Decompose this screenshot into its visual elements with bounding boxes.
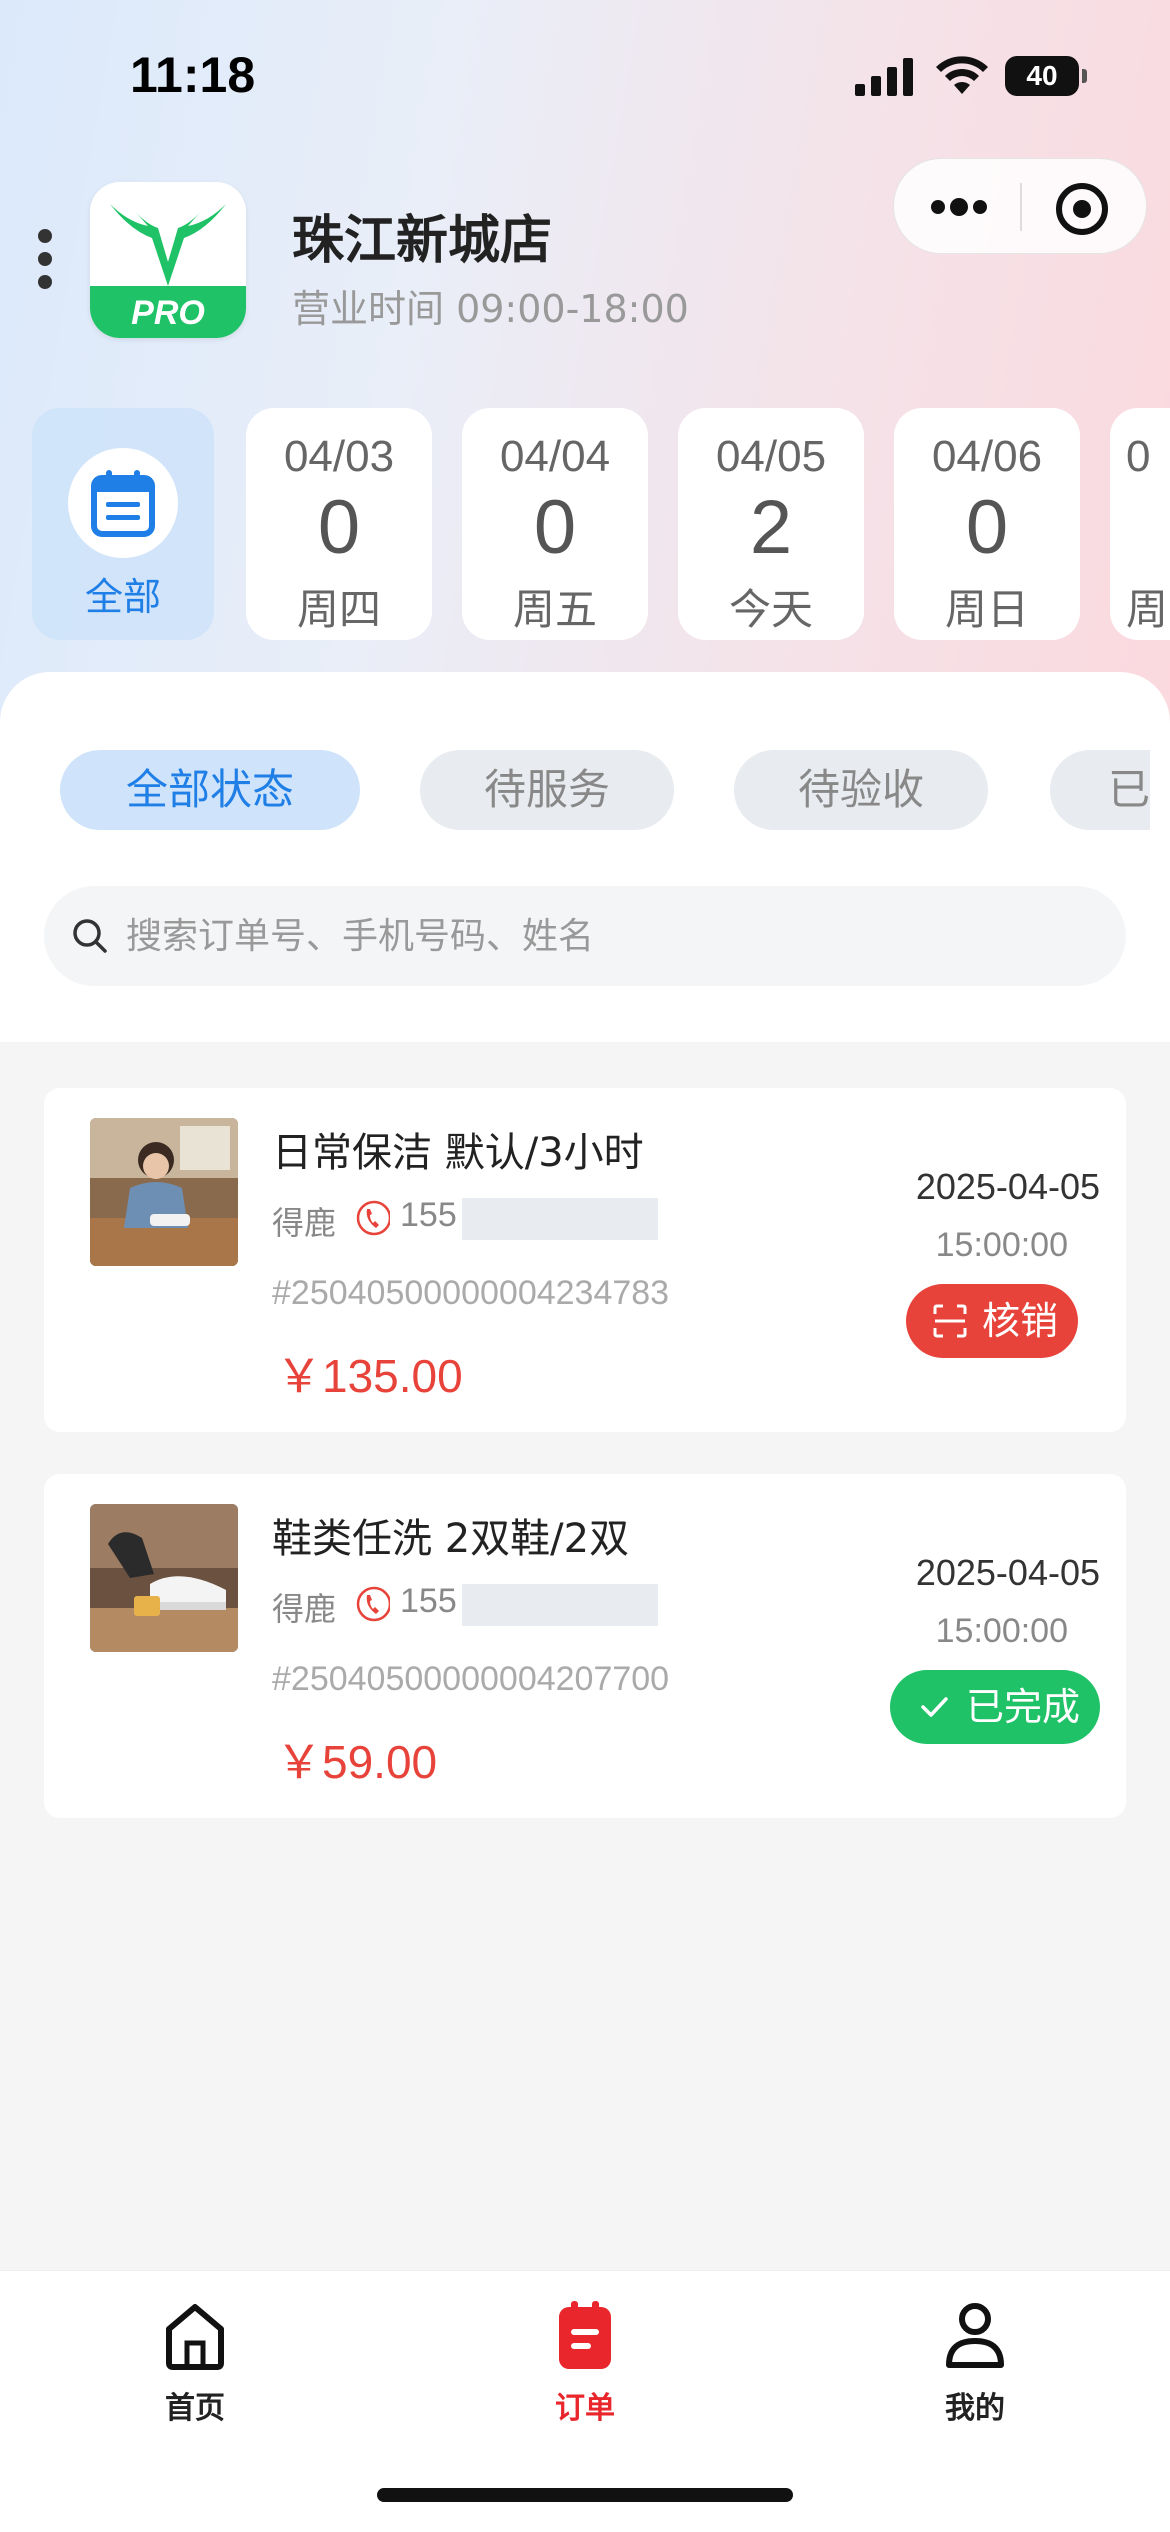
status-bar: 11:18 40 xyxy=(0,0,1170,150)
date-label: 0 xyxy=(1126,432,1151,481)
order-count: 2 xyxy=(749,485,793,570)
date-card-today[interactable]: 04/05 2 今天 xyxy=(678,408,864,640)
date-label: 04/06 xyxy=(931,432,1043,481)
checkmark-icon xyxy=(921,1697,948,1717)
order-price: ￥135.00 xyxy=(276,1350,463,1402)
order-card[interactable]: 鞋类任洗 2双鞋/2双 得鹿 155 #25040500000004207700… xyxy=(44,1474,1126,1818)
home-icon xyxy=(166,2304,224,2370)
verify-button[interactable]: 核销 xyxy=(906,1284,1078,1358)
date-label: 04/05 xyxy=(715,432,827,481)
customer-name: 得鹿 xyxy=(272,1590,337,1628)
tab-orders-label: 订单 xyxy=(555,2391,615,2426)
phone-number-mask xyxy=(462,1198,658,1240)
tab-mine-label: 我的 xyxy=(945,2391,1005,2426)
date-filter-all[interactable]: 全部 xyxy=(32,408,214,640)
order-number: #25040500000004207700 xyxy=(272,1660,670,1698)
tab-home-label: 首页 xyxy=(165,2391,225,2426)
date-label: 04/03 xyxy=(283,432,395,481)
weekday-label: 周 xyxy=(1126,585,1169,634)
appointment-time: 15:00:00 xyxy=(935,1226,1068,1264)
battery-level: 40 xyxy=(1005,56,1079,96)
battery-icon: 40 xyxy=(1005,56,1087,96)
appointment-date: 2025-04-05 xyxy=(915,1552,1100,1593)
date-card[interactable]: 04/06 0 周日 xyxy=(894,408,1080,640)
bull-logo-icon: PRO xyxy=(90,182,246,338)
order-count: 0 xyxy=(533,485,577,570)
search-input[interactable] xyxy=(126,906,1086,966)
completed-badge-label: 已完成 xyxy=(966,1685,1081,1729)
home-indicator[interactable] xyxy=(377,2488,793,2502)
more-icon[interactable] xyxy=(924,183,994,231)
status-tab-pending-acceptance[interactable]: 待验收 xyxy=(734,750,988,830)
appointment-date: 2025-04-05 xyxy=(915,1166,1100,1207)
customer-name: 得鹿 xyxy=(272,1204,337,1242)
filter-panel: 全部状态 待服务 待验收 已 xyxy=(0,672,1170,1042)
cellular-signal-icon xyxy=(855,58,913,96)
status-tab-partial[interactable]: 已 xyxy=(1050,750,1150,830)
tab-mine[interactable]: 我的 xyxy=(885,2289,1065,2429)
phone-number-mask xyxy=(462,1584,658,1626)
phone-number: 155 xyxy=(400,1196,457,1234)
date-card[interactable]: 04/04 0 周五 xyxy=(462,408,648,640)
date-card-partial[interactable]: 0 周 xyxy=(1110,408,1170,640)
search-icon xyxy=(73,919,107,953)
weekday-label: 周四 xyxy=(296,585,381,634)
order-number: #25040500000004234783 xyxy=(272,1274,670,1312)
phone-icon[interactable] xyxy=(354,1198,390,1238)
status-tab-all[interactable]: 全部状态 xyxy=(60,750,360,830)
search-bar xyxy=(44,886,1126,986)
order-card[interactable]: 日常保洁 默认/3小时 得鹿 155 #25040500000004234783… xyxy=(44,1088,1126,1432)
date-filter-all-label: 全部 xyxy=(84,575,161,619)
date-label: 04/04 xyxy=(499,432,611,481)
service-title: 日常保洁 默认/3小时 xyxy=(272,1130,644,1176)
tab-home[interactable]: 首页 xyxy=(105,2289,285,2429)
weekday-label: 周五 xyxy=(512,585,597,634)
verify-button-label: 核销 xyxy=(982,1299,1059,1343)
weekday-label: 周日 xyxy=(944,585,1029,634)
store-name[interactable]: 珠江新城店 xyxy=(292,198,552,273)
weekday-label: 今天 xyxy=(728,585,813,634)
calendar-icon xyxy=(91,470,155,537)
phone-number: 155 xyxy=(400,1582,457,1620)
appointment-time: 15:00:00 xyxy=(935,1612,1068,1650)
store-logo: PRO xyxy=(90,182,246,338)
order-count: 0 xyxy=(965,485,1009,570)
service-thumbnail xyxy=(90,1504,238,1652)
scan-icon xyxy=(933,1304,967,1338)
phone-icon[interactable] xyxy=(354,1584,390,1624)
vertical-more-icon[interactable] xyxy=(36,228,54,290)
completed-badge: 已完成 xyxy=(890,1670,1100,1744)
status-tab-pending-service[interactable]: 待服务 xyxy=(420,750,674,830)
orders-icon xyxy=(559,2301,611,2369)
business-hours: 营业时间 09:00-18:00 xyxy=(292,287,689,331)
miniprogram-capsule xyxy=(893,158,1147,254)
close-miniprogram-icon[interactable] xyxy=(1054,181,1110,237)
service-thumbnail xyxy=(90,1118,238,1266)
date-card[interactable]: 04/03 0 周四 xyxy=(246,408,432,640)
order-price: ￥59.00 xyxy=(276,1736,438,1788)
tab-orders[interactable]: 订单 xyxy=(495,2289,675,2429)
status-time: 11:18 xyxy=(130,47,256,103)
service-title: 鞋类任洗 2双鞋/2双 xyxy=(272,1516,630,1562)
wifi-icon xyxy=(936,56,988,94)
logo-text: PRO xyxy=(131,294,205,332)
order-count: 0 xyxy=(317,485,361,570)
user-icon xyxy=(946,2303,1004,2368)
